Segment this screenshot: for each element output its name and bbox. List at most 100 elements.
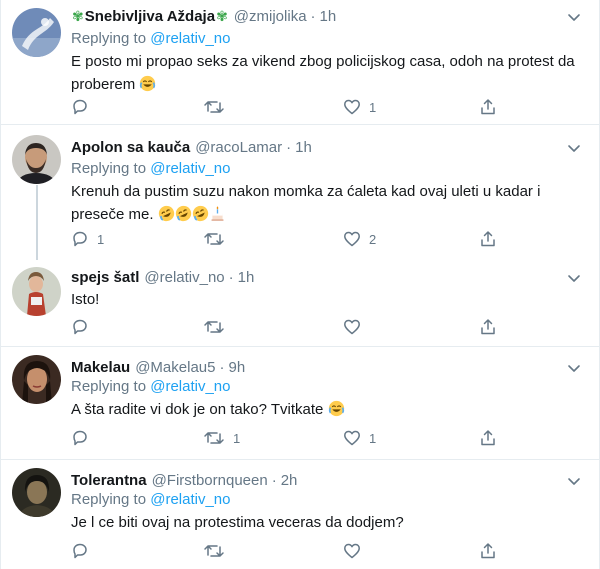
mention-link[interactable]: @relativ_no: [150, 378, 230, 395]
reply-icon: [73, 319, 87, 335]
like-count: 1: [369, 430, 377, 446]
avatar[interactable]: [12, 355, 61, 404]
heart-icon: [344, 231, 360, 247]
separator-dot: ·: [228, 268, 234, 286]
reply-button[interactable]: [71, 541, 97, 561]
cake-emoji-icon: [211, 206, 224, 221]
reply-count: 1: [97, 231, 105, 247]
reply-button[interactable]: [71, 317, 97, 337]
user-handle[interactable]: @racoLamar: [195, 139, 282, 156]
share-button[interactable]: [479, 541, 497, 561]
timestamp[interactable]: 1h: [295, 139, 312, 156]
tweet-2[interactable]: Apolon sa kauča @racoLamar · 1h Replying…: [1, 125, 600, 261]
tweet-5[interactable]: Tolerantna @Firstbornqueen · 2h Replying…: [1, 460, 600, 569]
display-name[interactable]: spejs šatl: [71, 269, 139, 286]
display-name[interactable]: Makelau: [71, 359, 130, 376]
share-icon: [481, 231, 495, 247]
avatar[interactable]: [12, 468, 61, 517]
separator-dot: ·: [219, 358, 225, 376]
retweet-icon: [204, 432, 224, 444]
tweet-actions: [71, 541, 501, 561]
tweet-header: Tolerantna @Firstbornqueen · 2h: [71, 470, 297, 490]
replying-to: Replying to @relativ_no: [71, 378, 231, 395]
dragon-emoji-icon: ✾: [216, 7, 228, 24]
heart-icon: [344, 543, 360, 559]
rofl-emoji-icon: [175, 205, 191, 222]
tweet-3[interactable]: spejs šatl @relativ_no · 1h Isto!: [1, 261, 600, 346]
chevron-down-icon[interactable]: [567, 141, 581, 155]
like-button[interactable]: 2: [343, 229, 376, 249]
retweet-button[interactable]: 1: [203, 428, 240, 448]
tweet-text: A šta radite vi dok je on tako? Tvitkate: [71, 398, 586, 421]
reply-thread: ✾ Snebivljiva Aždaja ✾ @zmijolika · 1h R…: [0, 0, 600, 569]
separator-dot: ·: [286, 138, 292, 156]
retweet-icon: [204, 545, 224, 557]
share-button[interactable]: [479, 317, 497, 337]
tweet-text: Isto!: [71, 288, 586, 311]
share-icon: [481, 99, 495, 115]
chevron-down-icon[interactable]: [567, 361, 581, 375]
retweet-button[interactable]: [203, 317, 233, 337]
mention-link[interactable]: @relativ_no: [150, 491, 230, 508]
reply-button[interactable]: [71, 428, 97, 448]
chevron-down-icon[interactable]: [567, 10, 581, 24]
retweet-button[interactable]: [203, 541, 233, 561]
replying-to-label: Replying to: [71, 160, 147, 177]
dragon-emoji-icon: ✾: [72, 7, 84, 24]
share-button[interactable]: [479, 97, 497, 117]
tweet-4[interactable]: Makelau @Makelau5 · 9h Replying to @rela…: [1, 347, 600, 459]
tweet-header: spejs šatl @relativ_no · 1h: [71, 267, 254, 287]
reply-button[interactable]: [71, 97, 97, 117]
like-button[interactable]: 1: [343, 428, 376, 448]
timestamp[interactable]: 9h: [228, 359, 245, 376]
separator-dot: ·: [271, 471, 277, 489]
like-count: 1: [369, 99, 377, 115]
tweet-header: Makelau @Makelau5 · 9h: [71, 357, 245, 377]
reply-icon: [73, 231, 87, 247]
chevron-down-icon[interactable]: [567, 474, 581, 488]
timestamp[interactable]: 1h: [320, 8, 337, 25]
tweet-actions: 1 2: [71, 229, 501, 249]
reply-icon: [73, 430, 87, 446]
display-name[interactable]: Apolon sa kauča: [71, 139, 190, 156]
tweet-actions: 1 1: [71, 428, 501, 448]
tweet-1[interactable]: ✾ Snebivljiva Aždaja ✾ @zmijolika · 1h R…: [1, 0, 600, 124]
heart-icon: [344, 319, 360, 335]
replying-to-label: Replying to: [71, 30, 147, 47]
like-button[interactable]: 1: [343, 97, 376, 117]
timestamp[interactable]: 1h: [238, 269, 255, 286]
display-name[interactable]: Snebivljiva Aždaja: [85, 8, 215, 25]
reply-button[interactable]: 1: [71, 229, 104, 249]
avatar[interactable]: [12, 267, 61, 316]
share-icon: [481, 319, 495, 335]
mention-link[interactable]: @relativ_no: [150, 30, 230, 47]
like-button[interactable]: [343, 317, 369, 337]
user-handle[interactable]: @Firstbornqueen: [152, 472, 268, 489]
avatar[interactable]: [12, 135, 61, 184]
tweet-actions: 1: [71, 97, 501, 117]
chevron-down-icon[interactable]: [567, 271, 581, 285]
reply-icon: [73, 543, 87, 559]
display-name[interactable]: Tolerantna: [71, 472, 147, 489]
share-icon: [481, 543, 495, 559]
share-button[interactable]: [479, 428, 497, 448]
share-icon: [481, 430, 495, 446]
like-count: 2: [369, 231, 377, 247]
tweet-text: Krenuh da pustim suzu nakon momka za ćal…: [71, 180, 586, 226]
mention-link[interactable]: @relativ_no: [150, 160, 230, 177]
heart-icon: [344, 99, 360, 115]
replying-to: Replying to @relativ_no: [71, 160, 231, 177]
user-handle[interactable]: @zmijolika: [234, 8, 307, 25]
replying-to-label: Replying to: [71, 378, 147, 395]
share-button[interactable]: [479, 229, 497, 249]
retweet-button[interactable]: [203, 229, 233, 249]
retweet-button[interactable]: [203, 97, 233, 117]
tweet-actions: [71, 317, 501, 337]
user-handle[interactable]: @relativ_no: [144, 269, 224, 286]
joy-emoji-icon: [140, 75, 156, 92]
tweet-body: Je l ce biti ovaj na protestima veceras …: [71, 514, 404, 531]
timestamp[interactable]: 2h: [281, 472, 298, 489]
user-handle[interactable]: @Makelau5: [135, 359, 215, 376]
avatar[interactable]: [12, 8, 61, 57]
like-button[interactable]: [343, 541, 369, 561]
